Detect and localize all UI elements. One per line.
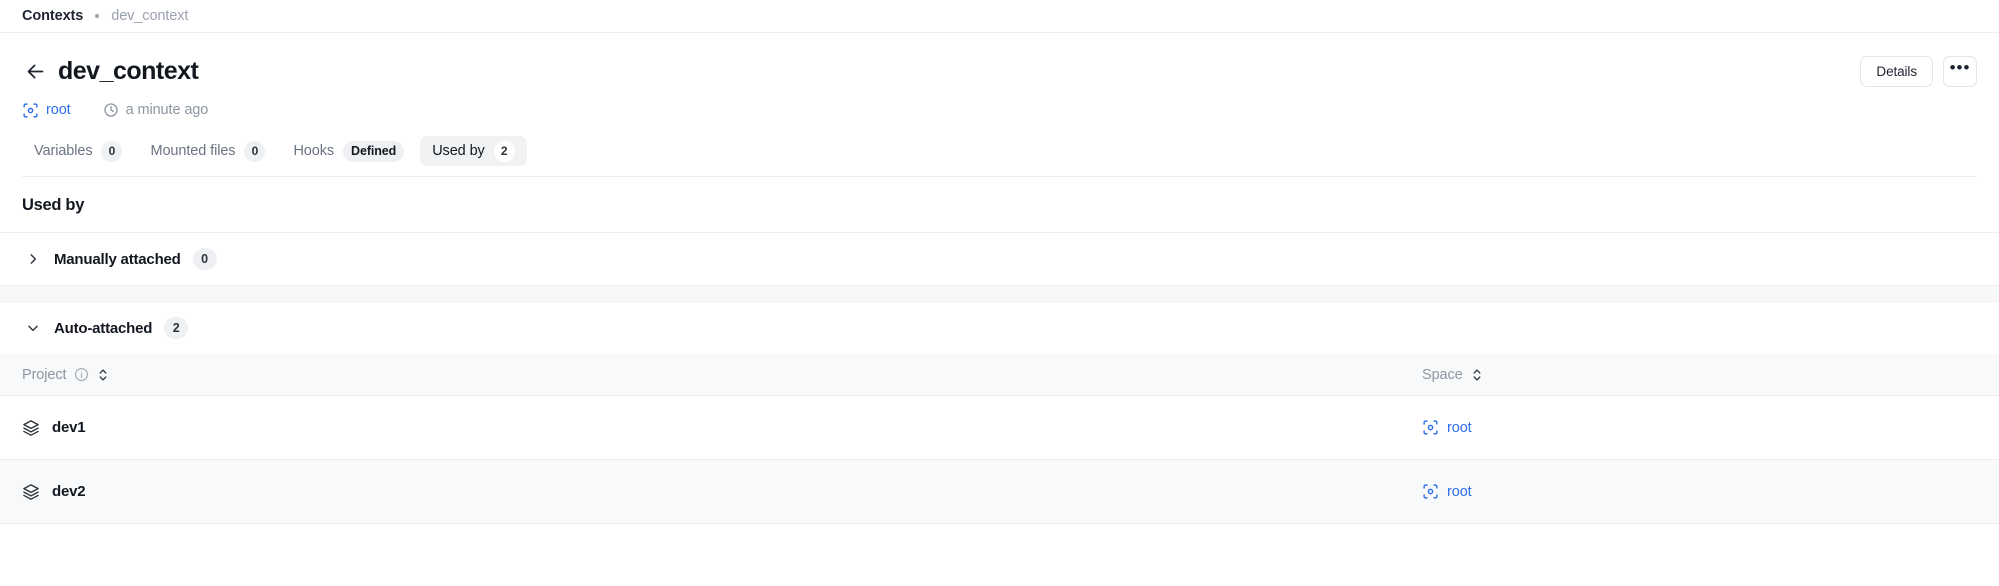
page-header: dev_context Details ••• root a minute ag… xyxy=(0,33,1999,177)
accordion-auto-attached-label: Auto-attached xyxy=(54,319,153,337)
table-cell-space[interactable]: root xyxy=(1400,483,1472,500)
details-button[interactable]: Details xyxy=(1860,55,1933,87)
space-name: root xyxy=(1447,483,1472,500)
arrow-left-icon[interactable] xyxy=(22,58,48,84)
space-link-label: root xyxy=(46,102,71,118)
table-cell-project: dev1 xyxy=(0,419,1400,437)
tab-used-by-badge: 2 xyxy=(493,140,515,162)
tab-variables-badge: 0 xyxy=(101,140,123,162)
accordion-auto-attached-count: 2 xyxy=(164,317,189,339)
space-target-icon xyxy=(1422,419,1439,436)
column-header-project[interactable]: Project xyxy=(0,367,1400,383)
section-title: Used by xyxy=(0,177,1999,233)
tab-used-by-label: Used by xyxy=(432,143,485,159)
auto-attached-table: Project Space dev1 root dev2 root xyxy=(0,354,1999,524)
chevron-right-icon[interactable] xyxy=(26,252,40,266)
tab-used-by[interactable]: Used by 2 xyxy=(420,136,527,166)
tab-mounted-files-label: Mounted files xyxy=(150,143,236,159)
title-row: dev_context Details ••• xyxy=(22,52,1977,90)
tab-hooks-badge: Defined xyxy=(343,140,405,162)
section-divider-band xyxy=(0,285,1999,302)
space-link[interactable]: root xyxy=(22,102,71,119)
clock-icon xyxy=(103,102,119,118)
updated-time: a minute ago xyxy=(103,102,209,118)
sort-chevrons-icon[interactable] xyxy=(97,368,109,382)
tab-hooks-label: Hooks xyxy=(293,143,335,159)
tab-variables[interactable]: Variables 0 xyxy=(22,136,134,166)
chevron-down-icon[interactable] xyxy=(26,321,40,335)
table-cell-space[interactable]: root xyxy=(1400,419,1472,436)
dot-separator-icon xyxy=(95,14,100,18)
tab-mounted-files-badge: 0 xyxy=(244,140,266,162)
accordion-auto-attached[interactable]: Auto-attached 2 xyxy=(0,302,1999,354)
column-header-space-label: Space xyxy=(1422,366,1463,383)
accordion-manually-attached-label: Manually attached xyxy=(54,250,181,268)
breadcrumb-current: dev_context xyxy=(111,8,189,24)
breadcrumb-link-contexts[interactable]: Contexts xyxy=(22,8,83,24)
table-row[interactable]: dev1 root xyxy=(0,396,1999,460)
project-name: dev1 xyxy=(52,419,86,436)
project-name: dev2 xyxy=(52,483,86,500)
layers-icon xyxy=(22,483,40,501)
meta-row: root a minute ago xyxy=(22,99,1977,121)
more-options-button[interactable]: ••• xyxy=(1943,55,1977,87)
table-cell-project: dev2 xyxy=(0,483,1400,501)
column-header-project-label: Project xyxy=(22,366,67,383)
breadcrumb: Contexts dev_context xyxy=(0,0,1999,33)
column-header-space[interactable]: Space xyxy=(1400,367,1483,383)
space-target-icon xyxy=(1422,483,1439,500)
table-header-row: Project Space xyxy=(0,354,1999,396)
info-icon[interactable] xyxy=(74,367,89,382)
layers-icon xyxy=(22,419,40,437)
updated-time-label: a minute ago xyxy=(125,102,209,118)
accordion-manually-attached[interactable]: Manually attached 0 xyxy=(0,233,1999,285)
tab-hooks[interactable]: Hooks Defined xyxy=(281,136,416,166)
tab-variables-label: Variables xyxy=(34,143,93,159)
tab-bar: Variables 0 Mounted files 0 Hooks Define… xyxy=(22,136,1977,167)
header-actions: Details ••• xyxy=(1860,55,1977,87)
space-name: root xyxy=(1447,419,1472,436)
tab-mounted-files[interactable]: Mounted files 0 xyxy=(138,136,277,166)
space-target-icon xyxy=(22,102,39,119)
table-row[interactable]: dev2 root xyxy=(0,460,1999,524)
accordion-manually-attached-count: 0 xyxy=(192,248,217,270)
page-title: dev_context xyxy=(58,56,199,85)
sort-chevrons-icon[interactable] xyxy=(1471,368,1483,382)
